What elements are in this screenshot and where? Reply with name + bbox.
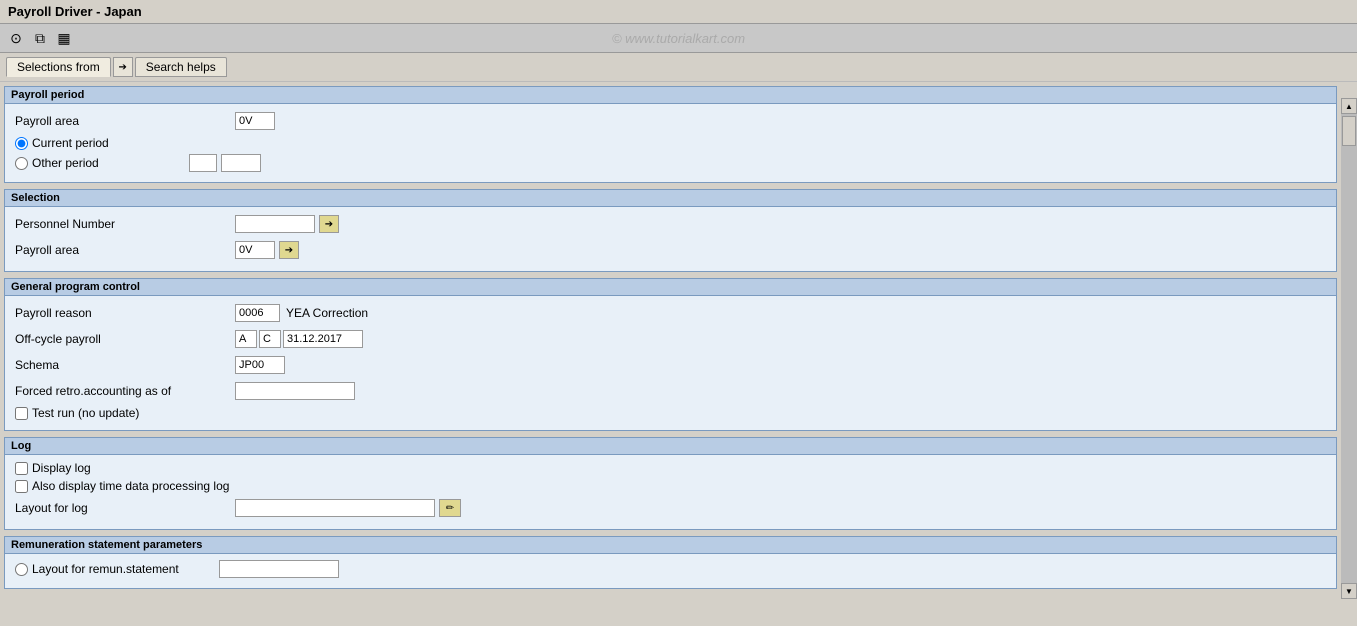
schema-input[interactable] [235,356,285,374]
remuneration-body: Layout for remun.statement [5,554,1336,588]
personnel-number-arrow-btn[interactable]: ➔ [319,215,339,233]
payroll-area-label: Payroll area [15,114,235,128]
payroll-reason-code-input[interactable] [235,304,280,322]
other-period-inputs [189,154,261,172]
payroll-reason-label: Payroll reason [15,306,235,320]
layout-log-label: Layout for log [15,501,235,515]
display-log-label: Display log [32,461,91,475]
forced-retro-row: Forced retro.accounting as of [15,380,1326,402]
layout-remun-input[interactable] [219,560,339,578]
schema-row: Schema [15,354,1326,376]
toolbar: ⊙ ⧉ ▦ © www.tutorialkart.com [0,24,1357,53]
personnel-number-row: Personnel Number ➔ [15,213,1326,235]
main-wrapper: Payroll period Payroll area Current peri… [0,82,1357,599]
off-cycle-inputs [235,330,363,348]
also-display-checkbox[interactable] [15,480,28,493]
off-cycle-row: Off-cycle payroll [15,328,1326,350]
scroll-thumb[interactable] [1342,116,1356,146]
forced-retro-label: Forced retro.accounting as of [15,384,235,398]
forced-retro-input[interactable] [235,382,355,400]
other-period-row: Other period [15,154,1326,172]
also-display-label: Also display time data processing log [32,479,229,493]
selection-payroll-area-label: Payroll area [15,243,235,257]
right-scrollbar: ▲ ▼ [1341,82,1357,599]
schema-label: Schema [15,358,235,372]
layout-remun-label: Layout for remun.statement [32,562,179,576]
selection-payroll-area-input[interactable] [235,241,275,259]
off-cycle-input2[interactable] [259,330,281,348]
layout-remun-row: Layout for remun.statement [15,560,1326,578]
form-area: Payroll period Payroll area Current peri… [0,82,1341,599]
display-log-checkbox[interactable] [15,462,28,475]
remuneration-section: Remuneration statement parameters Layout… [4,536,1337,589]
layout-log-row: Layout for log ✏ [15,497,1326,519]
payroll-reason-row: Payroll reason YEA Correction [15,302,1326,324]
other-period-input1[interactable] [189,154,217,172]
tabs-row: Selections from ➔ Search helps [0,53,1357,82]
log-section: Log Display log Also display time data p… [4,437,1337,530]
also-display-row: Also display time data processing log [15,479,1326,493]
layout-log-input[interactable] [235,499,435,517]
general-program-control-section: General program control Payroll reason Y… [4,278,1337,431]
layout-remun-radio[interactable] [15,563,28,576]
payroll-reason-text: YEA Correction [286,306,368,320]
selection-title: Selection [5,190,1336,207]
layout-log-edit-btn[interactable]: ✏ [439,499,461,517]
other-period-label: Other period [32,156,99,170]
selection-payroll-area-arrow-btn[interactable]: ➔ [279,241,299,259]
personnel-number-input[interactable] [235,215,315,233]
current-period-radio[interactable] [15,137,28,150]
current-period-label: Current period [32,136,109,150]
general-program-control-body: Payroll reason YEA Correction Off-cycle … [5,296,1336,430]
title-bar: Payroll Driver - Japan [0,0,1357,24]
test-run-label: Test run (no update) [32,406,139,420]
clock-icon[interactable]: ⊙ [6,28,26,48]
scroll-up-btn[interactable]: ▲ [1341,98,1357,114]
display-log-row: Display log [15,461,1326,475]
test-run-row: Test run (no update) [15,406,1326,420]
search-helps-tab[interactable]: Search helps [135,57,227,77]
payroll-area-row: Payroll area [15,110,1326,132]
payroll-period-section: Payroll period Payroll area Current peri… [4,86,1337,183]
log-body: Display log Also display time data proce… [5,455,1336,529]
payroll-period-body: Payroll area Current period Other period [5,104,1336,182]
app-title: Payroll Driver - Japan [8,4,142,19]
off-cycle-date-input[interactable] [283,330,363,348]
selection-body: Personnel Number ➔ Payroll area ➔ [5,207,1336,271]
tab-arrow-icon[interactable]: ➔ [113,57,133,77]
payroll-area-input[interactable] [235,112,275,130]
off-cycle-label: Off-cycle payroll [15,332,235,346]
log-title: Log [5,438,1336,455]
payroll-period-title: Payroll period [5,87,1336,104]
selection-payroll-area-row: Payroll area ➔ [15,239,1326,261]
current-period-row: Current period [15,136,1326,150]
general-program-control-title: General program control [5,279,1336,296]
remuneration-title: Remuneration statement parameters [5,537,1336,554]
other-period-radio[interactable] [15,157,28,170]
personnel-number-label: Personnel Number [15,217,235,231]
watermark: © www.tutorialkart.com [612,31,745,46]
scroll-track [1341,114,1357,583]
off-cycle-input1[interactable] [235,330,257,348]
save-icon[interactable]: ▦ [54,28,74,48]
scroll-down-btn[interactable]: ▼ [1341,583,1357,599]
other-period-input2[interactable] [221,154,261,172]
copy-icon[interactable]: ⧉ [30,28,50,48]
selections-from-tab[interactable]: Selections from [6,57,111,77]
selection-section: Selection Personnel Number ➔ Payroll are… [4,189,1337,272]
test-run-checkbox[interactable] [15,407,28,420]
